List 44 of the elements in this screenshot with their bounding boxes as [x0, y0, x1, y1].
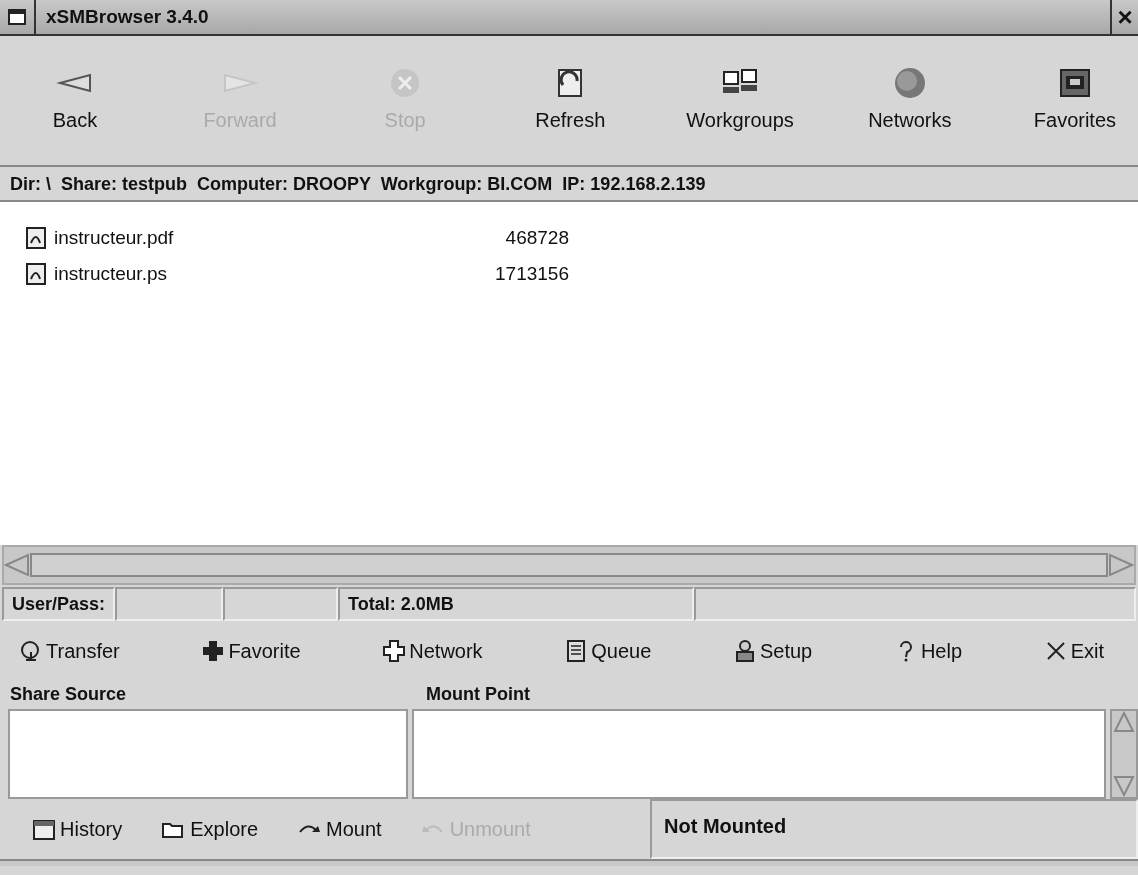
- mount-status: Not Mounted: [650, 799, 1138, 859]
- toolbar-button[interactable]: Workgroups: [680, 62, 800, 139]
- total-size: Total: 2.0MB: [338, 587, 695, 621]
- toolbar-button[interactable]: Networks: [854, 62, 965, 139]
- scroll-up-icon: [1113, 711, 1135, 733]
- toolbar-button[interactable]: Favorites: [1019, 62, 1130, 139]
- window-title: xSMBrowser 3.4.0: [45, 4, 210, 29]
- action-button[interactable]: Help: [888, 632, 968, 670]
- toolbar-button[interactable]: Back: [20, 62, 130, 139]
- file-name[interactable]: instructeur.ps: [54, 259, 354, 289]
- action-button[interactable]: Exit: [1038, 632, 1110, 670]
- column-header: Mount Point: [425, 683, 530, 706]
- plus-icon: [202, 640, 225, 662]
- close-icon: [1044, 640, 1067, 662]
- action-button[interactable]: Transfer: [14, 632, 126, 670]
- horizontal-scrollbar[interactable]: [2, 545, 1136, 585]
- scroll-right-icon: [1108, 553, 1134, 577]
- user-pass-label: User/Pass:: [2, 587, 116, 621]
- action-button[interactable]: Network: [377, 632, 489, 670]
- document-icon: [26, 227, 46, 249]
- toolbar-button[interactable]: History: [26, 810, 129, 848]
- vertical-scrollbar[interactable]: [1110, 709, 1138, 799]
- mount-point-list[interactable]: [412, 709, 1106, 799]
- document-icon: [26, 263, 46, 285]
- file-size: 468728: [504, 225, 569, 250]
- toolbar-button[interactable]: Refresh: [515, 62, 626, 139]
- share-source-list[interactable]: [8, 709, 408, 799]
- scroll-down-icon: [1113, 775, 1135, 797]
- toolbar-button[interactable]: Explore: [156, 810, 265, 848]
- action-button[interactable]: Favorite: [196, 632, 307, 670]
- toolbar-button[interactable]: Mount: [292, 810, 388, 848]
- window-menu-icon: [8, 9, 26, 25]
- close-button[interactable]: ×: [1110, 0, 1138, 34]
- file-size: 1713156: [494, 261, 569, 286]
- action-button[interactable]: Setup: [727, 632, 819, 670]
- location-info: Dir: \ Share: testpub Computer: DROOPY Workgroup: BI.COM IP: 192.168.2.139: [0, 165, 1138, 202]
- plus-icon: [383, 640, 406, 662]
- column-header: Share Source: [9, 683, 128, 706]
- calendar-icon: [32, 818, 56, 840]
- action-button[interactable]: Queue: [559, 632, 658, 670]
- list-document-icon: [565, 640, 588, 662]
- person-icon: [733, 640, 756, 662]
- scroll-left-icon: [4, 553, 30, 577]
- file-name[interactable]: instructeur.pdf: [54, 223, 354, 253]
